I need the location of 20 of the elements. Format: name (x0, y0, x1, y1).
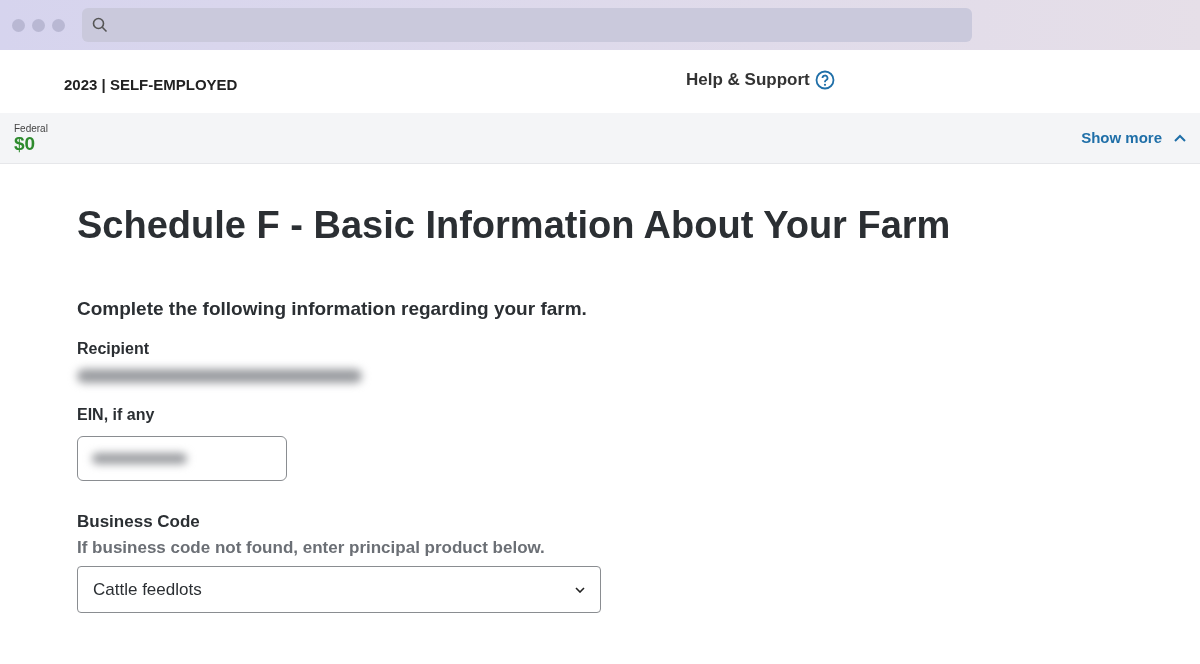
help-link[interactable]: Help & Support (686, 67, 835, 93)
intro-text: Complete the following information regarding your farm. (77, 296, 588, 321)
show-more-button[interactable]: Show more (1081, 126, 1186, 150)
window-control-icon[interactable] (52, 18, 65, 32)
refund-amount: $0 (14, 133, 37, 153)
search-icon (92, 17, 108, 33)
field-hint: If business code not found, enter principal product below. (77, 536, 546, 559)
window-control-icon[interactable] (12, 18, 25, 32)
help-icon (814, 69, 835, 90)
field-label: EIN, if any (77, 405, 156, 425)
page-heading: Schedule F - Basic Information About Your Farm (77, 203, 952, 248)
window-control-icon[interactable] (32, 18, 45, 32)
ein-input-field[interactable] (77, 436, 287, 481)
field-label: Business Code (77, 511, 201, 533)
business-code-dropdown[interactable]: Cattle feedlots (77, 566, 601, 613)
address-bar[interactable] (82, 8, 972, 42)
field-label: Recipient (77, 339, 150, 359)
refund-label: Federal (14, 123, 48, 134)
caret-icon (575, 586, 585, 593)
product-title: 2023 | SELF-EMPLOYED (64, 75, 238, 95)
